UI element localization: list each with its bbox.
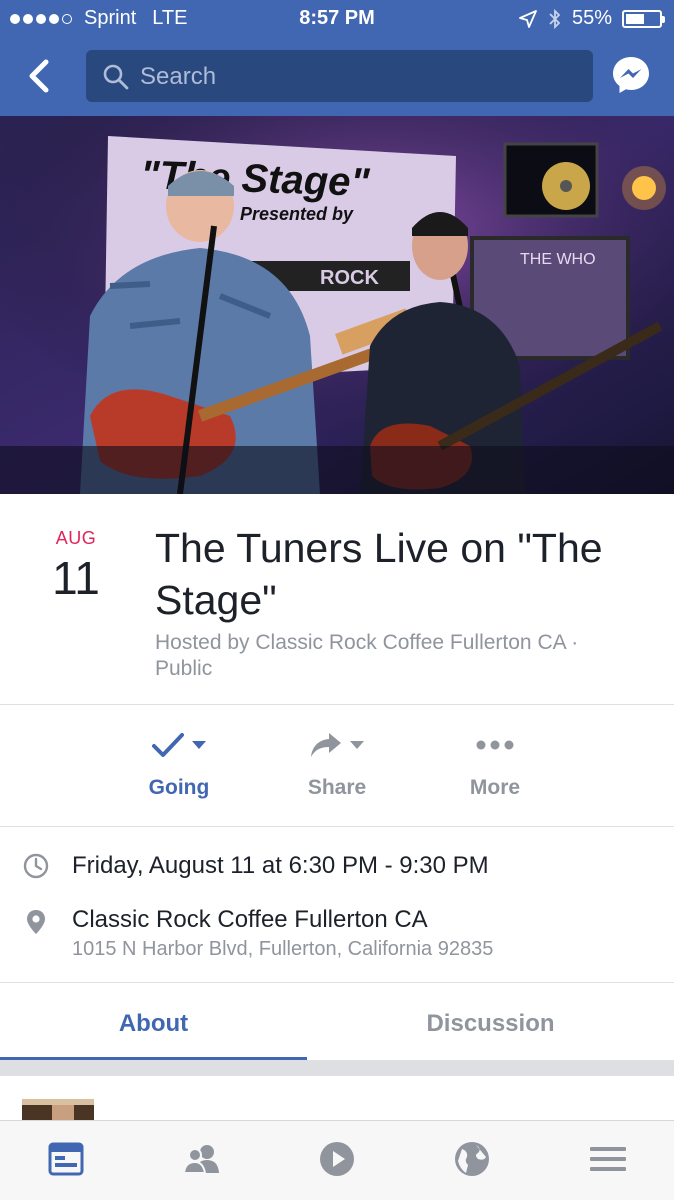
more-dots-icon bbox=[476, 740, 514, 750]
bottom-tab-bar bbox=[0, 1120, 674, 1200]
more-label: More bbox=[469, 776, 521, 799]
battery-percent: 55% bbox=[571, 7, 612, 29]
status-right: 55% bbox=[518, 7, 665, 30]
friends-icon[interactable] bbox=[182, 1139, 222, 1179]
status-bar: Sprint LTE 8:57 PM 55% bbox=[0, 0, 674, 38]
location-pin-icon bbox=[27, 910, 45, 934]
banner-rock-text: ROCK bbox=[320, 267, 379, 289]
menu-icon[interactable] bbox=[588, 1139, 628, 1179]
more-button[interactable]: More bbox=[416, 722, 574, 822]
event-title: The Tuners Live on "The Stage" bbox=[155, 525, 603, 623]
share-label: Share bbox=[307, 776, 367, 799]
event-month: AUG bbox=[55, 528, 97, 548]
tab-about[interactable]: About bbox=[0, 984, 307, 1060]
event-host[interactable]: Hosted by Classic Rock Coffee Fullerton … bbox=[155, 630, 635, 682]
banner-subtitle: Presented by bbox=[240, 204, 354, 224]
divider bbox=[0, 982, 674, 983]
back-chevron-icon[interactable] bbox=[22, 56, 58, 96]
search-icon bbox=[103, 64, 129, 90]
globe-icon[interactable] bbox=[452, 1139, 492, 1179]
share-arrow-icon bbox=[311, 733, 341, 757]
event-day: 11 bbox=[52, 552, 100, 604]
poster-text: THE WHO bbox=[520, 251, 596, 268]
venue-name: Classic Rock Coffee Fullerton CA bbox=[72, 906, 428, 933]
search-bar[interactable] bbox=[86, 50, 593, 102]
battery-icon bbox=[622, 9, 665, 28]
divider bbox=[0, 704, 674, 705]
bluetooth-icon bbox=[549, 8, 561, 29]
news-feed-icon[interactable] bbox=[46, 1139, 86, 1179]
clock-icon bbox=[23, 853, 49, 879]
venue-address: 1015 N Harbor Blvd, Fullerton, Californi… bbox=[72, 938, 494, 960]
top-bar: Sprint LTE 8:57 PM 55% bbox=[0, 0, 674, 116]
check-icon bbox=[152, 733, 184, 757]
going-label: Going bbox=[148, 776, 210, 799]
event-time: Friday, August 11 at 6:30 PM - 9:30 PM bbox=[72, 852, 489, 879]
search-input[interactable] bbox=[138, 58, 572, 96]
section-separator bbox=[0, 1060, 674, 1076]
chevron-down-icon bbox=[350, 741, 364, 749]
event-actions: Going Share More bbox=[100, 722, 574, 822]
location-arrow-icon bbox=[519, 9, 537, 28]
tab-discussion[interactable]: Discussion bbox=[307, 984, 674, 1060]
messenger-icon[interactable] bbox=[611, 55, 651, 95]
band-photo-illustration: "The Stage" Presented by ROCK THE WHO bbox=[0, 116, 674, 494]
event-date: AUG 11 bbox=[36, 528, 116, 603]
share-button[interactable]: Share bbox=[258, 722, 416, 822]
divider bbox=[0, 826, 674, 827]
event-tabs: About Discussion bbox=[0, 984, 674, 1060]
video-icon[interactable] bbox=[317, 1139, 357, 1179]
chevron-down-icon bbox=[192, 741, 206, 749]
going-button[interactable]: Going bbox=[100, 722, 258, 822]
event-cover-photo[interactable]: "The Stage" Presented by ROCK THE WHO bbox=[0, 116, 674, 494]
